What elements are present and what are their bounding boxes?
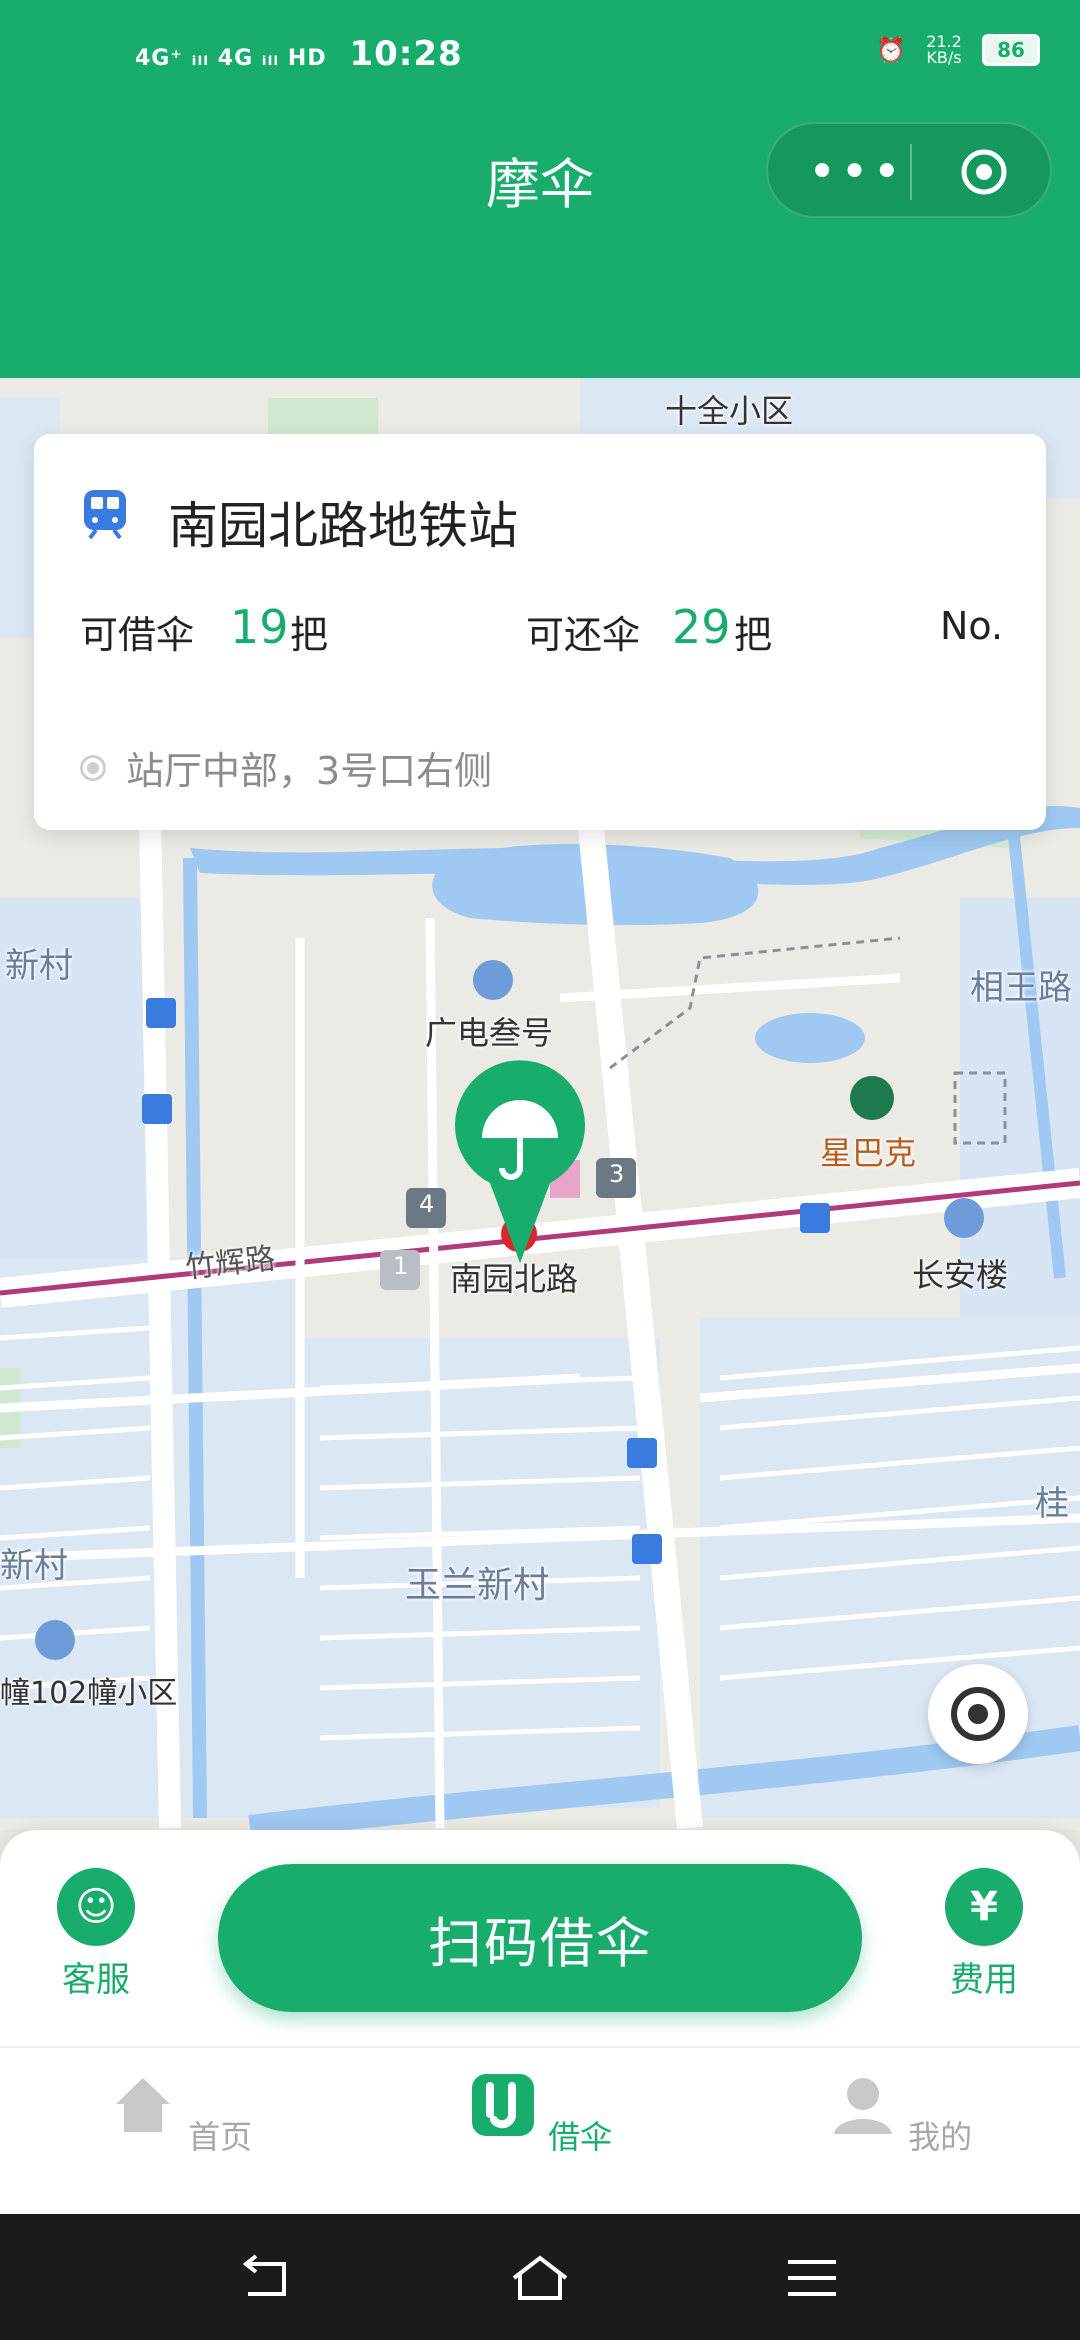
miniapp-capsule: ••• — [766, 122, 1052, 218]
map-label: 南园北路 — [450, 1260, 579, 1298]
back-icon[interactable] — [240, 2254, 300, 2304]
title-bar: 摩伞 ••• — [0, 110, 1080, 378]
locate-me-button[interactable] — [928, 1664, 1028, 1764]
customer-service-button[interactable]: ☺ 客服 — [36, 1868, 156, 2001]
station-location: 站厅中部，3号口右侧 — [80, 740, 492, 795]
network-indicator: 4G⁺ ᵢₗₗ 4G ᵢₗₗ HD — [135, 46, 327, 71]
location-dot-icon — [80, 754, 106, 781]
more-menu-icon[interactable]: ••• — [808, 148, 905, 196]
tab-label: 借伞 — [548, 2118, 613, 2156]
profile-icon — [833, 2078, 892, 2134]
scan-borrow-button[interactable]: 扫码借伞 — [218, 1864, 862, 2012]
recents-icon[interactable] — [782, 2254, 842, 2304]
battery-indicator: 86 — [982, 34, 1040, 66]
map-label: 广电叁号 — [425, 1014, 554, 1052]
clock: 10:28 — [349, 34, 463, 74]
status-time-area: 4G⁺ ᵢₗₗ 4G ᵢₗₗ HD 10:28 — [135, 34, 463, 74]
map-label: 星巴克 — [820, 1134, 917, 1172]
map-label: 竹辉路 — [183, 1241, 277, 1286]
tab-bar: 首页 借伞 我的 — [0, 2046, 1080, 2216]
map-label: 相王路 — [970, 968, 1072, 1008]
home-nav-icon[interactable] — [510, 2254, 570, 2304]
map-label: 幢102幢小区 — [0, 1676, 178, 1711]
status-bar: 4G⁺ ᵢₗₗ 4G ᵢₗₗ HD 10:28 ⏰ 21.2 KB/s 86 — [0, 0, 1080, 110]
exit-number: 3 — [609, 1160, 625, 1188]
support-icon: ☺ — [57, 1868, 135, 1946]
fee-label: 费用 — [950, 1960, 1018, 2000]
map-label: 桂 — [1035, 1484, 1069, 1524]
tab-borrow[interactable]: 借伞 — [460, 2070, 620, 2158]
target-icon — [951, 1687, 1005, 1741]
station-info-card[interactable]: 南园北路地铁站 可借伞 19 把 可还伞 29 把 No. 站厅中部，3号口右侧 — [34, 434, 1046, 830]
return-unit: 把 — [734, 613, 773, 657]
map-label: 长安楼 — [912, 1256, 1009, 1294]
exit-number: 4 — [419, 1190, 435, 1218]
service-label: 客服 — [62, 1960, 130, 2000]
map-label: 新村 — [0, 1546, 68, 1586]
capsule-divider — [910, 144, 912, 200]
fee-button[interactable]: ¥ 费用 — [924, 1868, 1044, 2001]
borrow-label: 可借伞 — [80, 613, 195, 657]
net-speed: 21.2 KB/s — [926, 32, 962, 67]
location-text: 站厅中部，3号口右侧 — [126, 749, 493, 793]
system-nav-bar — [0, 2214, 1080, 2340]
map-label: 十全小区 — [665, 392, 794, 430]
tab-label: 我的 — [908, 2118, 973, 2156]
map-label: 玉兰新村 — [405, 1565, 550, 1606]
station-name: 南园北路地铁站 — [168, 497, 518, 555]
return-count: 29 — [672, 600, 731, 654]
alarm-icon: ⏰ — [876, 36, 906, 64]
umbrella-tab-icon — [471, 2074, 534, 2136]
home-icon — [115, 2078, 170, 2132]
status-right: ⏰ 21.2 KB/s 86 — [876, 34, 1040, 66]
close-miniapp-icon[interactable] — [960, 148, 1008, 196]
map-label: 新村 — [5, 946, 73, 986]
borrow-count: 19 — [230, 600, 289, 654]
metro-icon — [84, 490, 126, 540]
tab-profile[interactable]: 我的 — [820, 2070, 980, 2158]
exit-number: 1 — [393, 1252, 409, 1280]
borrow-unit: 把 — [290, 613, 329, 657]
station-number-label: No. — [940, 604, 1004, 648]
tab-home[interactable]: 首页 — [100, 2070, 260, 2158]
fee-icon: ¥ — [945, 1868, 1023, 1946]
return-label: 可还伞 — [526, 613, 641, 657]
tab-label: 首页 — [188, 2118, 253, 2156]
